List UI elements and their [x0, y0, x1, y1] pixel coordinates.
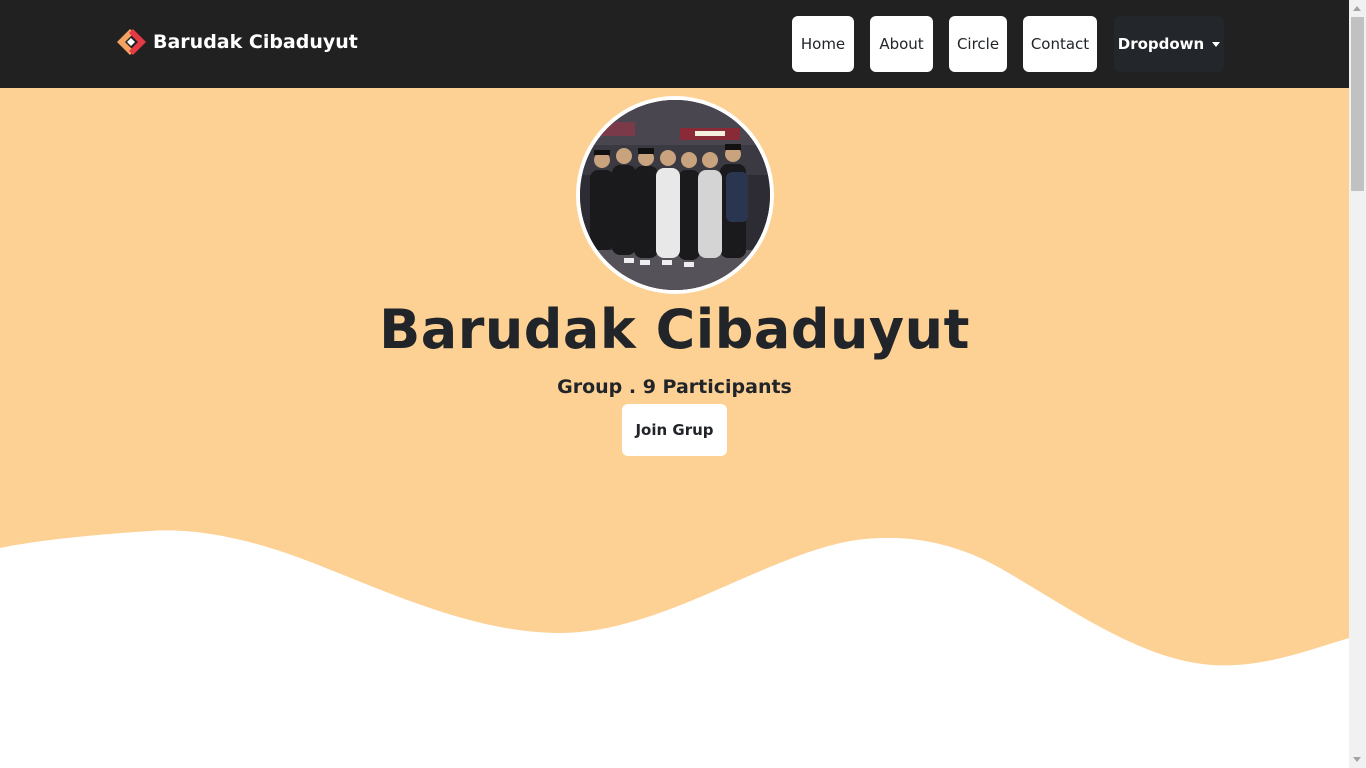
brand-link[interactable]: Barudak Cibaduyut — [116, 28, 358, 56]
join-group-button[interactable]: Join Grup — [622, 404, 727, 456]
group-title: Barudak Cibaduyut — [379, 298, 970, 361]
nav-links: Home About Circle Contact — [792, 16, 1097, 72]
nav-about-button[interactable]: About — [870, 16, 933, 72]
brand-name: Barudak Cibaduyut — [153, 31, 358, 53]
nav-circle-button[interactable]: Circle — [949, 16, 1007, 72]
dropdown-label: Dropdown — [1117, 35, 1205, 53]
nav-contact-button[interactable]: Contact — [1023, 16, 1097, 72]
dropdown-toggle[interactable]: Dropdown — [1114, 16, 1224, 72]
vertical-scrollbar[interactable] — [1349, 0, 1366, 768]
caret-down-icon — [1212, 42, 1221, 47]
nav-home-button[interactable]: Home — [792, 16, 854, 72]
scroll-down-arrow-icon[interactable] — [1353, 757, 1361, 762]
scroll-up-arrow-icon[interactable] — [1353, 6, 1361, 11]
brand-logo-icon — [117, 29, 146, 55]
navbar: Barudak Cibaduyut Home About Circle Cont… — [0, 0, 1349, 88]
hero-section: Barudak Cibaduyut Group . 9 Participants… — [0, 88, 1349, 768]
group-subtitle: Group . 9 Participants — [557, 376, 792, 398]
page: Barudak Cibaduyut Home About Circle Cont… — [0, 0, 1366, 768]
group-photo — [580, 100, 770, 290]
scrollbar-thumb[interactable] — [1351, 17, 1364, 191]
group-avatar — [576, 96, 774, 294]
